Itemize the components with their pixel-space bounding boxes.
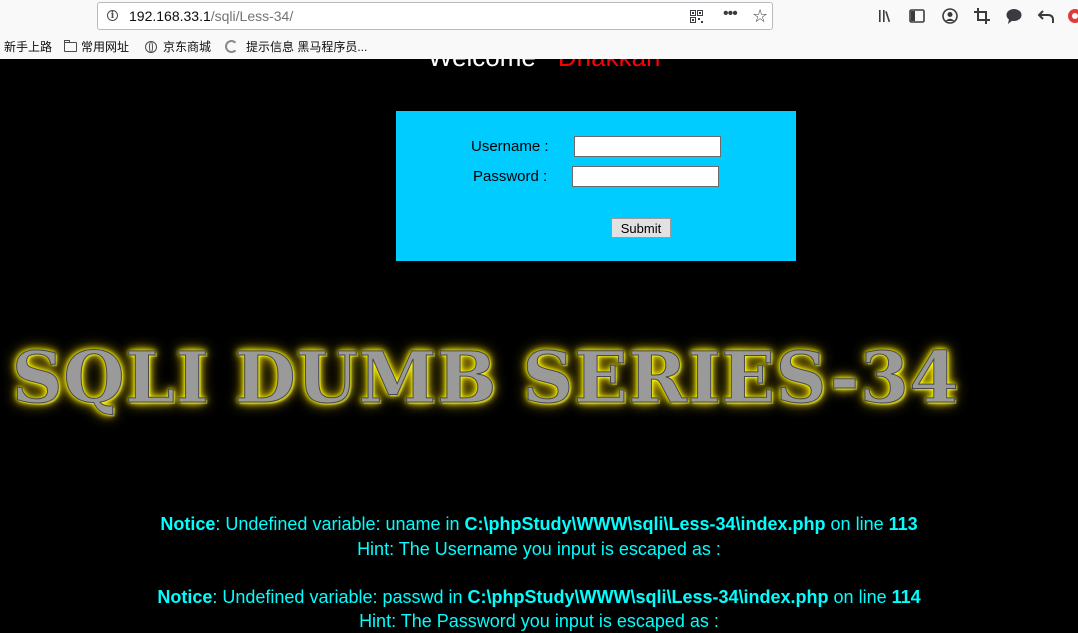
page-actions-icon[interactable]: •••: [723, 5, 738, 23]
submit-button[interactable]: Submit: [611, 218, 671, 238]
library-icon[interactable]: [877, 7, 895, 25]
chat-icon[interactable]: [1005, 7, 1023, 25]
welcome-heading: Welcome Dhakkan: [428, 42, 661, 73]
sidebar-icon[interactable]: [908, 7, 926, 25]
welcome-username: Dhakkan: [557, 42, 661, 72]
notice-text: : Undefined variable: uname in: [215, 514, 465, 534]
login-form: Username : Password : Submit: [396, 111, 796, 261]
username-label: Username :: [471, 138, 549, 155]
page-banner: SQLI DUMB SERIES-34: [12, 336, 960, 420]
notice-line: 113: [888, 514, 918, 534]
url-host: 192.168.33.1: [129, 8, 211, 24]
extension-icon[interactable]: [1066, 7, 1078, 25]
password-input[interactable]: [572, 166, 719, 187]
notice-prefix: Notice: [160, 514, 216, 534]
bookmark-item[interactable]: 京东商城: [145, 38, 211, 55]
address-bar[interactable]: i 192.168.33.1/sqli/Less-34/ ••• ☆: [97, 2, 773, 30]
site-info-icon[interactable]: i: [107, 10, 118, 21]
notice-message: Notice: Undefined variable: passwd in C:…: [0, 587, 1078, 608]
folder-icon: [64, 40, 77, 52]
notice-line: 114: [891, 587, 921, 607]
notice-message: Notice: Undefined variable: uname in C:\…: [0, 514, 1078, 535]
crop-screenshot-icon[interactable]: [973, 7, 991, 25]
bookmark-star-icon[interactable]: ☆: [752, 6, 768, 27]
bookmark-folder[interactable]: 常用网址: [64, 38, 129, 55]
bookmark-item[interactable]: 新手上路: [4, 38, 52, 55]
notice-text: : Undefined variable: passwd in: [212, 587, 468, 607]
hint-message: Hint: The Username you input is escaped …: [357, 539, 721, 559]
qr-code-icon[interactable]: [690, 10, 703, 23]
bookmark-label: 提示信息 黑马程序员...: [246, 40, 368, 54]
welcome-text: Welcome: [428, 42, 536, 72]
account-icon[interactable]: [941, 7, 959, 25]
notice-file: C:\phpStudy\WWW\sqli\Less-34\index.php: [467, 587, 829, 607]
username-input[interactable]: [574, 136, 721, 157]
bookmark-label: 常用网址: [81, 40, 130, 54]
notice-file: C:\phpStudy\WWW\sqli\Less-34\index.php: [464, 514, 826, 534]
bookmark-item[interactable]: 提示信息 黑马程序员...: [225, 38, 367, 55]
site-favicon-icon: [225, 40, 238, 53]
bookmark-label: 京东商城: [163, 40, 212, 54]
url-path: /sqli/Less-34/: [210, 8, 294, 24]
notice-prefix: Notice: [157, 587, 213, 607]
undo-icon[interactable]: [1037, 7, 1055, 25]
url-text[interactable]: 192.168.33.1/sqli/Less-34/: [129, 8, 293, 24]
hint-message: Hint: The Password you input is escaped …: [359, 611, 719, 631]
notice-line-text: on line: [825, 514, 889, 534]
notice-line-text: on line: [828, 587, 892, 607]
password-label: Password :: [473, 168, 548, 185]
globe-icon: [145, 41, 157, 53]
